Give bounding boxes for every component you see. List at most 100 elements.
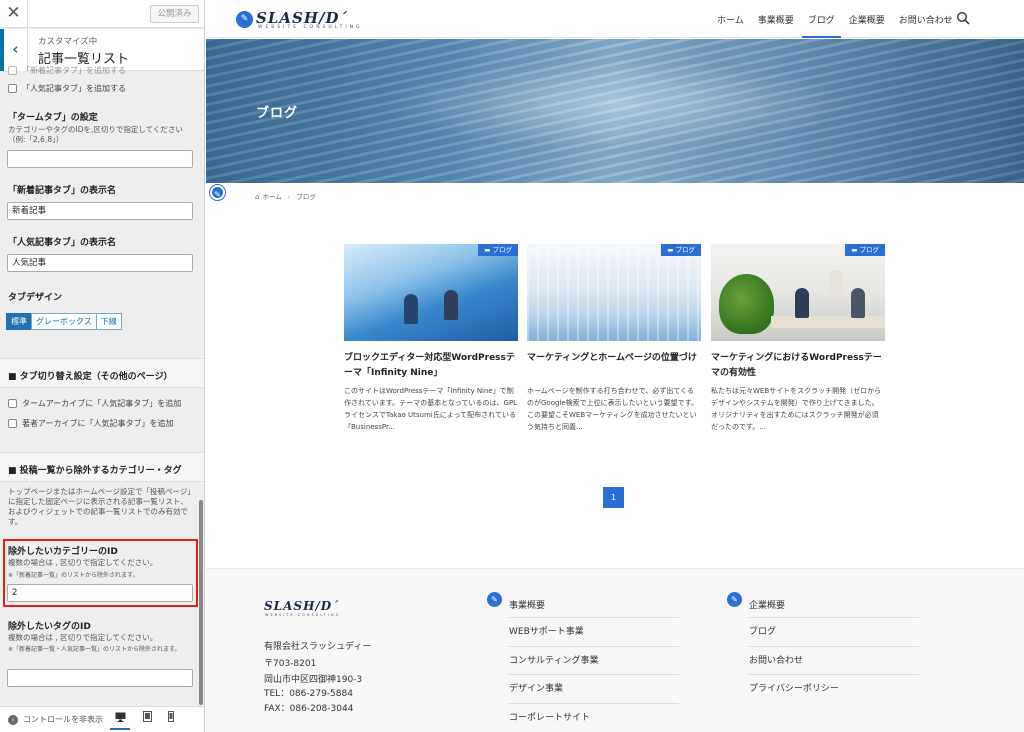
footer-link[interactable]: プライバシーポリシー bbox=[749, 674, 919, 702]
exclude-tag-heading: 除外したいタグのID bbox=[8, 622, 91, 632]
tab-design-graybox[interactable]: グレーボックス bbox=[31, 313, 97, 330]
footer-link[interactable]: コーポレートサイト bbox=[509, 703, 679, 731]
tab-design-underline[interactable]: 下線 bbox=[95, 313, 122, 330]
search-icon[interactable] bbox=[956, 11, 970, 25]
term-tab-input[interactable] bbox=[7, 150, 193, 168]
popular-tab-name-input[interactable]: 人気記事 bbox=[7, 254, 193, 272]
checkbox-label: 「人気記事タブ」を追加する bbox=[22, 84, 126, 93]
panel-title: 記事一覧リスト bbox=[38, 52, 130, 67]
footer-column-title: 事業概要 bbox=[509, 601, 546, 611]
checkbox-label: 著者アーカイブに「人気記事タブ」を追加 bbox=[22, 419, 174, 428]
hero-title: ブログ bbox=[256, 106, 299, 121]
footer-link[interactable]: お問い合わせ bbox=[749, 646, 919, 674]
nav-home[interactable]: ホーム bbox=[717, 13, 744, 26]
tab-design-standard[interactable]: 標準 bbox=[6, 313, 32, 330]
pagination-current[interactable]: 1 bbox=[603, 487, 624, 508]
customizing-label: カスタマイズ中 bbox=[38, 37, 98, 47]
highlight-box bbox=[3, 539, 198, 607]
section-header: ‹ カスタマイズ中 記事一覧リスト bbox=[0, 29, 204, 71]
post-excerpt: ホームページを制作する打ち合わせで、必ず出てくるのがGoogle検索で上位に表示… bbox=[527, 387, 698, 431]
customizer-footer: ‹ コントロールを非表示 bbox=[0, 706, 204, 732]
nav-contact[interactable]: お問い合わせ bbox=[899, 13, 953, 26]
site-header: ✎ SLASH/D´ WEBSITE CONSULTING ホーム 事業概要 ブ… bbox=[206, 0, 1024, 38]
breadcrumb-home[interactable]: ホーム bbox=[262, 193, 281, 201]
author-archive-checkbox[interactable]: 著者アーカイブに「人気記事タブ」を追加 bbox=[8, 419, 174, 429]
post-excerpt: このサイトはWordPressテーマ「Infinity Nine」で制作されてい… bbox=[344, 387, 518, 431]
tab-switch-section: ■ タブ切り替え設定（その他のページ） bbox=[0, 358, 204, 388]
exclude-tag-note: ※「新着記事一覧・人気記事一覧」のリストから除外されます。 bbox=[8, 646, 181, 653]
post-card[interactable]: ▬ ブログ マーケティングとホームページの位置づけ ホームページを制作する打ち合… bbox=[527, 244, 701, 434]
nav-business[interactable]: 事業概要 bbox=[758, 13, 794, 26]
post-thumbnail[interactable]: ▬ ブログ bbox=[711, 244, 885, 341]
figure bbox=[851, 288, 865, 318]
nav-blog[interactable]: ブログ bbox=[801, 13, 841, 38]
edit-pencil-icon[interactable]: ✎ bbox=[727, 592, 742, 607]
footer-fax: FAX：086-208-3044 bbox=[264, 704, 354, 714]
close-icon[interactable]: ✕ bbox=[0, 0, 28, 28]
footer-address: 岡山市中区四御神190-3 bbox=[264, 675, 363, 685]
post-title[interactable]: マーケティングにおけるWordPressテーマの有効性 bbox=[711, 351, 885, 381]
pencil-icon: ✎ bbox=[236, 11, 253, 28]
post-thumbnail[interactable]: ▬ ブログ bbox=[527, 244, 701, 341]
popular-tab-checkbox[interactable]: 「人気記事タブ」を追加する bbox=[8, 84, 126, 94]
checkbox-icon bbox=[8, 399, 17, 408]
site-preview: ✎ SLASH/D´ WEBSITE CONSULTING ホーム 事業概要 ブ… bbox=[206, 0, 1024, 732]
home-icon: ⌂ bbox=[255, 193, 260, 201]
plant bbox=[719, 274, 774, 334]
checkbox-label: タームアーカイブに「人気記事タブ」を追加 bbox=[22, 399, 182, 408]
logo-tagline: WEBSITE CONSULTING bbox=[258, 25, 363, 30]
tab-switch-section-title: ■ タブ切り替え設定（その他のページ） bbox=[8, 372, 173, 382]
post-thumbnail[interactable]: ▬ ブログ bbox=[344, 244, 518, 341]
publish-button[interactable]: 公開済み bbox=[150, 5, 199, 23]
figure bbox=[829, 270, 843, 300]
term-tab-description: カテゴリーやタグのIDを,区切りで指定してください（例:「2,6,8」） bbox=[8, 125, 183, 144]
tablet-icon[interactable] bbox=[137, 710, 157, 730]
footer-link[interactable]: ブログ bbox=[749, 617, 919, 645]
mobile-icon[interactable] bbox=[161, 710, 181, 730]
folder-icon: ▬ bbox=[851, 246, 860, 254]
exclude-tag-description: 複数の場合は , 区切りで指定してください。 bbox=[8, 633, 158, 642]
main-nav: ホーム 事業概要 ブログ 企業概要 お問い合わせ bbox=[717, 13, 967, 38]
footer-link[interactable]: WEBサポート事業 bbox=[509, 617, 679, 645]
footer-link[interactable]: コンサルティング事業 bbox=[509, 646, 679, 674]
post-card[interactable]: ▬ ブログ マーケティングにおけるWordPressテーマの有効性 私たちは元々… bbox=[711, 244, 885, 434]
exclude-tag-input[interactable] bbox=[7, 669, 193, 687]
edit-pencil-icon[interactable]: ✎ bbox=[210, 185, 225, 200]
category-badge: ▬ ブログ bbox=[478, 244, 518, 256]
term-archive-checkbox[interactable]: タームアーカイブに「人気記事タブ」を追加 bbox=[8, 399, 181, 409]
footer-logo[interactable]: SLASH/D´ bbox=[264, 599, 339, 613]
popular-tab-name-heading: 「人気記事タブ」の表示名 bbox=[8, 238, 117, 248]
footer-zip: 〒703-8201 bbox=[264, 659, 317, 669]
customizer-topbar: ✕ 公開済み bbox=[0, 0, 204, 28]
term-tab-heading: 「タームタブ」の設定 bbox=[8, 113, 98, 123]
checkbox-icon bbox=[8, 84, 17, 93]
post-card[interactable]: ▬ ブログ ブロックエディター対応型WordPressテーマ「Infinity … bbox=[344, 244, 518, 434]
new-tab-name-input[interactable]: 新着記事 bbox=[7, 202, 193, 220]
desk bbox=[771, 316, 885, 328]
tab-design-selector: 標準 グレーボックス 下線 bbox=[6, 313, 122, 330]
post-title[interactable]: マーケティングとホームページの位置づけ bbox=[527, 351, 701, 366]
footer-link[interactable]: デザイン事業 bbox=[509, 674, 679, 702]
desktop-icon[interactable] bbox=[110, 710, 130, 730]
tab-design-heading: タブデザイン bbox=[8, 293, 63, 303]
figure bbox=[404, 294, 418, 324]
checkbox-icon bbox=[8, 66, 17, 75]
nav-company[interactable]: 企業概要 bbox=[849, 13, 885, 26]
footer-logo-tagline: WEBSITE CONSULTING bbox=[265, 613, 341, 617]
hide-controls-button[interactable]: ‹ コントロールを非表示 bbox=[8, 714, 103, 725]
footer-tel: TEL：086-279-5884 bbox=[264, 689, 353, 699]
new-tab-name-heading: 「新着記事タブ」の表示名 bbox=[8, 186, 117, 196]
customizer-sidebar: ✕ 公開済み ‹ カスタマイズ中 記事一覧リスト 「新着記事タブ」を追加する 「… bbox=[0, 0, 205, 732]
exclude-description: トップページまたはホームページ設定で「投稿ページ」に指定した固定ページに表示され… bbox=[8, 487, 192, 526]
post-title[interactable]: ブロックエディター対応型WordPressテーマ「Infinity Nine」 bbox=[344, 351, 518, 381]
back-icon[interactable]: ‹ bbox=[0, 29, 28, 71]
breadcrumb-current: ブログ bbox=[296, 193, 316, 201]
collapse-icon: ‹ bbox=[8, 715, 18, 725]
footer-company: 有限会社スラッシュディー bbox=[264, 642, 372, 652]
hero-banner: ブログ bbox=[206, 39, 1024, 183]
new-tab-checkbox[interactable]: 「新着記事タブ」を追加する bbox=[8, 66, 126, 76]
edit-pencil-icon[interactable]: ✎ bbox=[487, 592, 502, 607]
footer-column-title: 企業概要 bbox=[749, 601, 786, 611]
figure bbox=[795, 288, 809, 318]
figure bbox=[444, 290, 458, 320]
